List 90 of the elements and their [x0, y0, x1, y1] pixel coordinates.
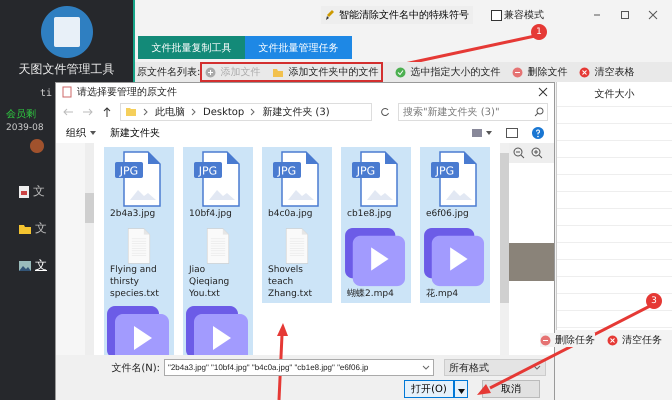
- caret-icon: [533, 365, 541, 370]
- nav-item[interactable]: 文: [18, 257, 47, 274]
- view-icon[interactable]: [472, 128, 492, 138]
- folder-icon: [272, 66, 284, 78]
- maximize-icon[interactable]: [620, 10, 630, 20]
- file-name-field[interactable]: "2b4a3.jpg" "10bf4.jpg" "b4c0a.jpg" "cb1e8.jpg" "e6f06.jp: [164, 359, 434, 376]
- video-file-icon: [107, 306, 171, 355]
- breadcrumb-item[interactable]: 此电脑: [155, 105, 185, 119]
- file-item[interactable]: JPG 2b4a3.jpg: [104, 147, 174, 225]
- command-button[interactable]: 组织: [66, 126, 96, 140]
- video-file-icon: [423, 228, 487, 288]
- caret-icon: [422, 365, 430, 370]
- file-item[interactable]: Jiao Qieqiang You.txt: [183, 225, 253, 303]
- expiry-date: 2039-08: [6, 123, 44, 133]
- file-item[interactable]: 花.mp4: [420, 225, 490, 303]
- command-button[interactable]: 新建文件夹: [110, 126, 160, 140]
- toolbar-button[interactable]: 删除文件: [512, 65, 568, 79]
- remove-icon: [540, 334, 551, 346]
- open-menu-button[interactable]: [454, 380, 468, 398]
- file-name: e6f06.jpg: [425, 208, 470, 220]
- avatar-icon: [30, 139, 44, 153]
- chevron-icon: [143, 108, 149, 116]
- file-name: 2b4a3.jpg: [109, 208, 156, 220]
- tab[interactable]: 文件批量管理任务: [245, 36, 352, 59]
- file-name: 10bf4.jpg: [188, 208, 233, 220]
- file-type-dropdown[interactable]: 所有格式: [444, 359, 546, 376]
- file-name: cb1e8.jpg: [346, 208, 392, 220]
- file-name: 花.mp4: [425, 288, 460, 300]
- file-name: 蝴蝶2.mp4: [346, 288, 395, 300]
- check-icon: [395, 66, 406, 78]
- nav-item[interactable]: 文: [18, 183, 47, 200]
- nav-item[interactable]: 文: [18, 220, 47, 237]
- add-icon: [205, 66, 216, 78]
- file-name: Shovels teach Zhang.txt: [267, 264, 314, 300]
- video-file-icon: [186, 306, 250, 355]
- search-field[interactable]: 搜索"新建文件夹 (3)": [398, 103, 548, 121]
- chevron-icon: [191, 108, 197, 116]
- zoom-out-icon[interactable]: [513, 147, 525, 159]
- zoom-in-icon[interactable]: [531, 147, 543, 159]
- clear-icon: [579, 66, 590, 78]
- preview-pane-icon[interactable]: [506, 128, 518, 138]
- video-file-icon: [344, 228, 408, 288]
- file-name: Jiao Qieqiang You.txt: [188, 264, 230, 300]
- breadcrumb-item[interactable]: Desktop: [203, 106, 244, 118]
- user-id: ti: [40, 88, 52, 99]
- photo-placeholder: [509, 243, 554, 281]
- scrollbar[interactable]: [85, 143, 94, 355]
- compat-mode-checkbox[interactable]: 兼容模式: [491, 8, 544, 22]
- file-item[interactable]: Shovels teach Zhang.txt: [262, 225, 332, 303]
- picture-icon: [18, 260, 32, 272]
- toolbar-button[interactable]: 清空表格: [579, 65, 634, 79]
- file-name: b4c0a.jpg: [267, 208, 314, 220]
- open-button[interactable]: 打开(O): [404, 380, 454, 398]
- chevron-icon: [250, 108, 256, 116]
- address-bar[interactable]: 此电脑 Desktop 新建文件夹 (3): [120, 103, 372, 121]
- brush-icon: [325, 9, 335, 21]
- app-title: 天图文件管理工具: [18, 61, 114, 78]
- dialog-title: 请选择要管理的原文件: [77, 86, 178, 99]
- file-item[interactable]: JPG cb1e8.jpg: [341, 147, 411, 225]
- document-icon: [62, 86, 72, 98]
- document-icon: [18, 184, 30, 198]
- file-name-label: 文件名(N):: [111, 362, 160, 374]
- breadcrumb-item[interactable]: 新建文件夹 (3): [262, 105, 330, 119]
- refresh-icon[interactable]: [380, 107, 390, 117]
- clear-icon: [607, 334, 618, 346]
- close-icon[interactable]: [648, 10, 658, 20]
- tab[interactable]: 文件批量复制工具: [138, 36, 245, 59]
- remove-icon: [512, 66, 524, 78]
- member-label: 会员剩: [6, 108, 36, 121]
- toolbar-button[interactable]: 选中指定大小的文件: [395, 65, 500, 79]
- file-item[interactable]: JPG e6f06.jpg: [420, 147, 490, 225]
- folder-icon: [18, 222, 32, 234]
- folder-icon: [125, 107, 137, 117]
- task-button[interactable]: 删除任务: [540, 333, 595, 347]
- toolbar-button[interactable]: 添加文件夹中的文件: [272, 65, 378, 79]
- file-item[interactable]: Flying and thirsty species.txt: [104, 225, 174, 303]
- search-icon: [534, 107, 544, 117]
- up-icon[interactable]: [102, 107, 112, 117]
- caret-icon: [458, 388, 464, 394]
- clean-symbols-button[interactable]: 智能清除文件名中的特殊符号: [321, 6, 473, 24]
- close-icon[interactable]: [538, 87, 548, 97]
- app-logo-icon: [40, 6, 92, 58]
- help-icon[interactable]: [532, 127, 544, 139]
- task-button[interactable]: 清空任务: [607, 333, 662, 347]
- file-item[interactable]: JPG 10bf4.jpg: [183, 147, 253, 225]
- scrollbar[interactable]: [500, 143, 509, 355]
- file-item[interactable]: JPG b4c0a.jpg: [262, 147, 332, 225]
- file-item[interactable]: 蝴蝶2.mp4: [341, 225, 411, 303]
- file-name: Flying and thirsty species.txt: [109, 264, 160, 300]
- list-label: 原文件名列表:: [137, 66, 200, 79]
